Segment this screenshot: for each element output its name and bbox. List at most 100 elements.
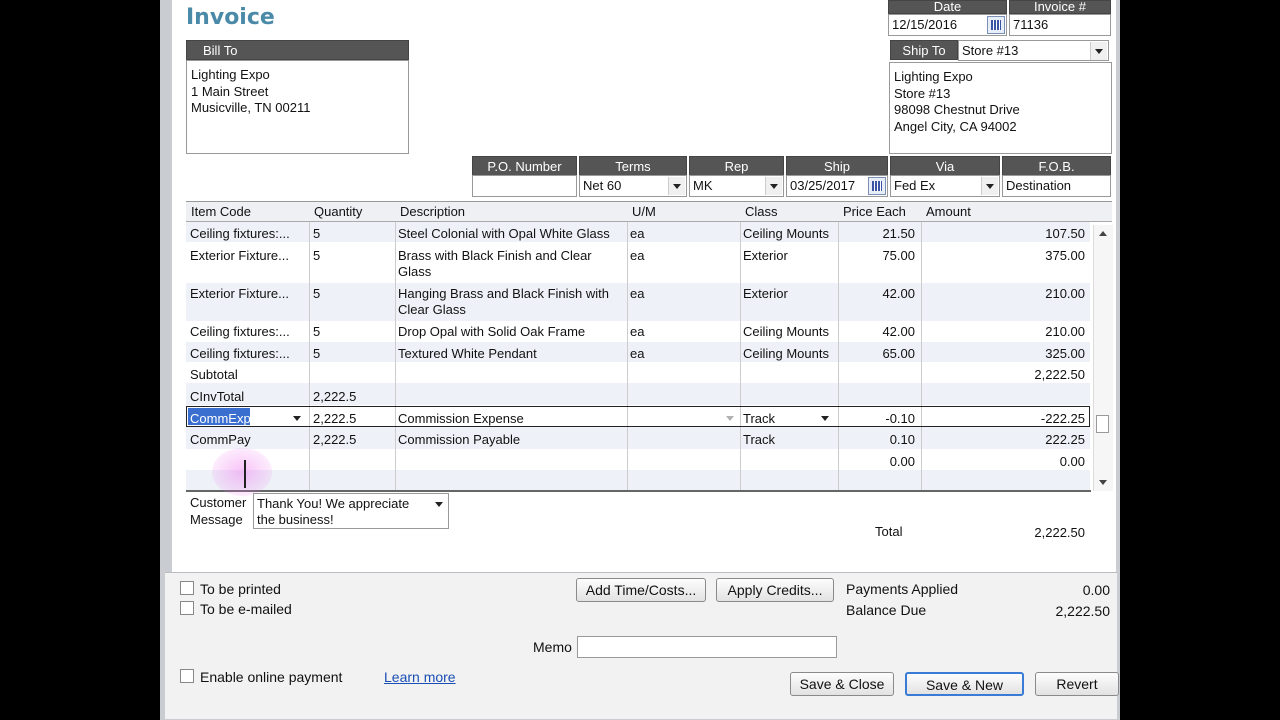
- column-header-um[interactable]: U/M: [627, 202, 740, 222]
- cell-amount[interactable]: 375.00: [924, 248, 1085, 280]
- cell-um[interactable]: [630, 411, 730, 427]
- via-select[interactable]: Fed Ex: [890, 175, 1000, 197]
- date-field[interactable]: 12/15/2016: [888, 14, 1007, 36]
- cell-um[interactable]: [630, 367, 730, 383]
- ship-to-address[interactable]: Lighting Expo Store #13 98098 Chestnut D…: [889, 62, 1112, 154]
- customer-message-select[interactable]: Thank You! We appreciate the business!: [253, 493, 449, 529]
- save-close-button[interactable]: Save & Close: [790, 672, 894, 696]
- cell-qty[interactable]: [313, 367, 391, 383]
- scroll-up-icon[interactable]: [1099, 231, 1107, 236]
- cell-item[interactable]: Exterior Fixture...: [190, 286, 306, 318]
- calendar-icon[interactable]: [868, 177, 886, 195]
- cell-um[interactable]: [630, 389, 730, 405]
- cell-desc[interactable]: Brass with Black Finish and Clear Glass: [398, 248, 624, 280]
- cell-price[interactable]: 42.00: [841, 324, 915, 340]
- cell-price[interactable]: [841, 367, 915, 383]
- cell-um[interactable]: ea: [630, 226, 730, 242]
- cell-desc[interactable]: Steel Colonial with Opal White Glass: [398, 226, 624, 242]
- cell-desc[interactable]: Textured White Pendant: [398, 346, 624, 362]
- memo-field[interactable]: [577, 636, 837, 658]
- cell-qty[interactable]: [313, 454, 391, 470]
- cell-price[interactable]: 42.00: [841, 286, 915, 318]
- to-be-emailed-checkbox[interactable]: [180, 601, 194, 615]
- cell-amount[interactable]: 210.00: [924, 286, 1085, 318]
- cell-um[interactable]: [630, 432, 730, 448]
- cell-item[interactable]: Subtotal: [190, 367, 306, 383]
- cell-price[interactable]: 0.00: [841, 454, 915, 470]
- cell-item[interactable]: Exterior Fixture...: [190, 248, 306, 280]
- cell-class[interactable]: Ceiling Mounts: [743, 346, 835, 362]
- scroll-down-icon[interactable]: [1099, 480, 1107, 485]
- column-header-item-code[interactable]: Item Code: [186, 202, 309, 222]
- cell-qty[interactable]: 5: [313, 324, 391, 340]
- cell-item[interactable]: CommExp: [190, 411, 306, 427]
- cell-um[interactable]: [630, 454, 730, 470]
- cell-qty[interactable]: 2,222.5: [313, 432, 391, 448]
- cell-desc[interactable]: [398, 389, 624, 405]
- enable-online-payment-checkbox[interactable]: [180, 669, 194, 683]
- cell-item[interactable]: Ceiling fixtures:...: [190, 226, 306, 242]
- cell-desc[interactable]: Commission Payable: [398, 432, 624, 448]
- cell-item[interactable]: Ceiling fixtures:...: [190, 324, 306, 340]
- column-header-description[interactable]: Description: [395, 202, 627, 222]
- cell-class[interactable]: [743, 367, 835, 383]
- rep-select[interactable]: MK: [689, 175, 784, 197]
- cell-qty[interactable]: 5: [313, 248, 391, 280]
- cell-amount[interactable]: [924, 389, 1085, 405]
- cell-class[interactable]: Exterior: [743, 286, 835, 318]
- cell-class[interactable]: Track: [743, 432, 835, 448]
- cell-amount[interactable]: -222.25: [924, 411, 1085, 427]
- cell-item[interactable]: Ceiling fixtures:...: [190, 346, 306, 362]
- chevron-down-icon[interactable]: [668, 177, 685, 195]
- cell-desc[interactable]: Commission Expense: [398, 411, 624, 427]
- table-scrollbar[interactable]: [1093, 225, 1113, 491]
- cell-price[interactable]: 21.50: [841, 226, 915, 242]
- chevron-down-icon[interactable]: [1090, 42, 1107, 60]
- cell-amount[interactable]: 107.50: [924, 226, 1085, 242]
- cell-um[interactable]: ea: [630, 346, 730, 362]
- cell-amount[interactable]: 210.00: [924, 324, 1085, 340]
- chevron-down-icon[interactable]: [981, 177, 998, 195]
- po-number-field[interactable]: [472, 175, 577, 197]
- cell-class[interactable]: [743, 389, 835, 405]
- cell-price[interactable]: -0.10: [841, 411, 915, 427]
- cell-amount[interactable]: 0.00: [924, 454, 1085, 470]
- cell-um[interactable]: ea: [630, 286, 730, 318]
- scroll-thumb[interactable]: [1096, 415, 1109, 433]
- cell-desc[interactable]: [398, 454, 624, 470]
- cell-class[interactable]: [743, 454, 835, 470]
- cell-item[interactable]: CInvTotal: [190, 389, 306, 405]
- learn-more-link[interactable]: Learn more: [384, 669, 456, 685]
- column-header-quantity[interactable]: Quantity: [309, 202, 395, 222]
- column-header-price-each[interactable]: Price Each: [838, 202, 921, 222]
- revert-button[interactable]: Revert: [1035, 672, 1119, 696]
- apply-credits-button[interactable]: Apply Credits...: [716, 578, 834, 602]
- cell-class[interactable]: Exterior: [743, 248, 835, 280]
- cell-qty[interactable]: 5: [313, 346, 391, 362]
- save-new-button[interactable]: Save & New: [905, 672, 1024, 696]
- cell-qty[interactable]: 5: [313, 286, 391, 318]
- cell-qty[interactable]: 5: [313, 226, 391, 242]
- cell-price[interactable]: [841, 389, 915, 405]
- cell-desc[interactable]: [398, 367, 624, 383]
- cell-class[interactable]: Track: [743, 411, 835, 427]
- ship-date-field[interactable]: 03/25/2017: [786, 175, 888, 197]
- column-header-class[interactable]: Class: [740, 202, 838, 222]
- invoice-number-field[interactable]: 71136: [1009, 14, 1111, 36]
- chevron-down-icon[interactable]: [765, 177, 782, 195]
- cell-item[interactable]: CommPay: [190, 432, 306, 448]
- add-time-costs-button[interactable]: Add Time/Costs...: [576, 578, 706, 602]
- cell-amount[interactable]: 325.00: [924, 346, 1085, 362]
- terms-select[interactable]: Net 60: [579, 175, 687, 197]
- to-be-printed-checkbox[interactable]: [180, 581, 194, 595]
- cell-um[interactable]: ea: [630, 248, 730, 280]
- cell-price[interactable]: 75.00: [841, 248, 915, 280]
- cell-price[interactable]: 0.10: [841, 432, 915, 448]
- cell-class[interactable]: Ceiling Mounts: [743, 324, 835, 340]
- cell-qty[interactable]: 2,222.5: [313, 411, 391, 427]
- cell-um[interactable]: ea: [630, 324, 730, 340]
- cell-desc[interactable]: Drop Opal with Solid Oak Frame: [398, 324, 624, 340]
- ship-to-select[interactable]: Store #13: [958, 40, 1109, 61]
- calendar-icon[interactable]: [987, 16, 1005, 34]
- bill-to-address[interactable]: Lighting Expo 1 Main Street Musicville, …: [186, 60, 409, 154]
